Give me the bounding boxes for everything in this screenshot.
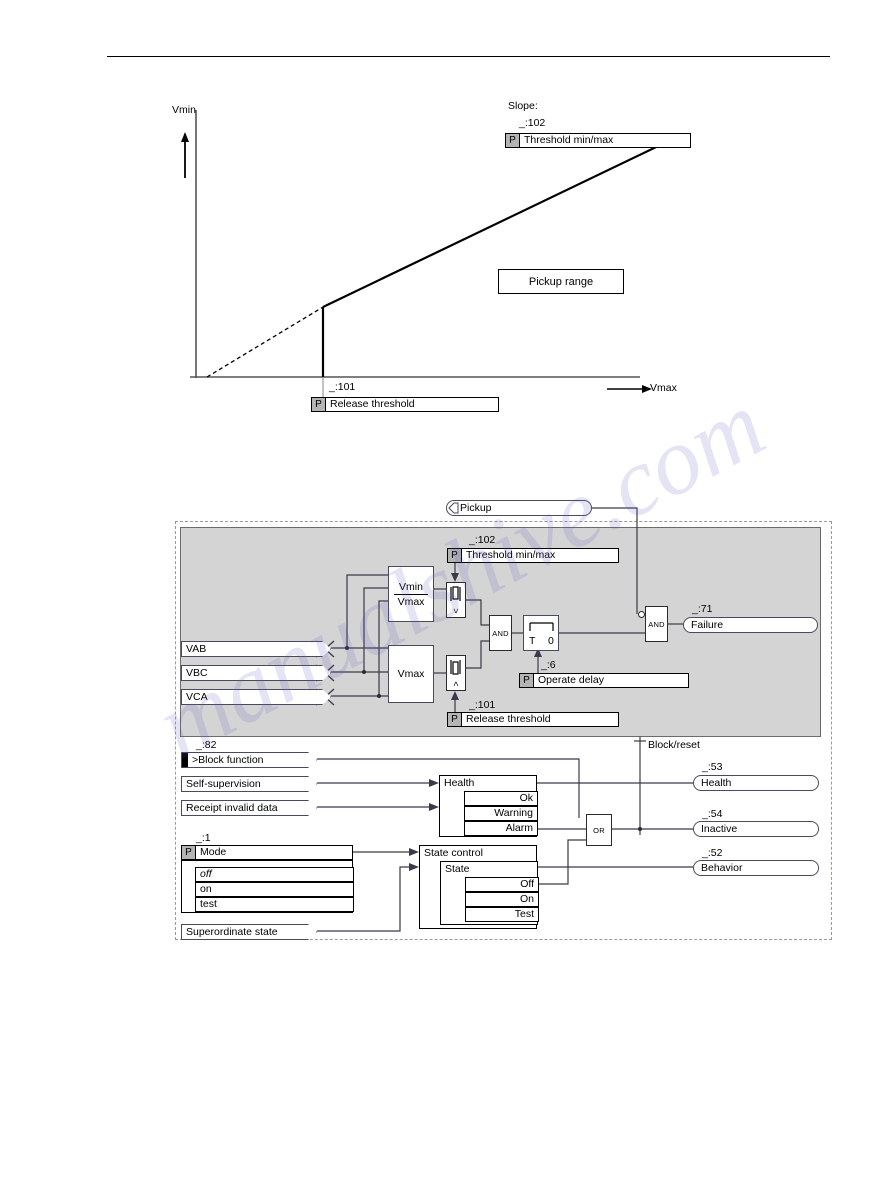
- input-self-supervision[interactable]: Self-supervision: [181, 776, 317, 792]
- logic-wires-lower: [317, 737, 693, 932]
- state-control-block: State control State Off On Test: [419, 845, 539, 929]
- input-receipt-invalid-data[interactable]: Receipt invalid data: [181, 800, 317, 816]
- input-block-function[interactable]: >Block function: [181, 752, 317, 768]
- input-self-supervision-label: Self-supervision: [186, 778, 261, 790]
- mode-option-off[interactable]: off: [195, 867, 354, 882]
- block-function-reference: _:82: [196, 739, 217, 751]
- inactive-output-label: Inactive: [701, 823, 738, 835]
- behavior-output-label: Behavior: [701, 862, 743, 874]
- mode-option-test[interactable]: test: [195, 897, 354, 912]
- mode-parameter[interactable]: P Mode: [181, 845, 353, 860]
- state-row-on: On: [465, 892, 539, 907]
- behavior-output-bubble[interactable]: Behavior: [693, 860, 819, 876]
- block-reset-label: Block/reset: [648, 739, 700, 751]
- binary-input-marker-icon: [182, 753, 188, 767]
- health-row-warning: Warning: [464, 806, 538, 821]
- mode-parameter-label: Mode: [200, 846, 227, 858]
- state-control-title: State control: [424, 847, 483, 859]
- inactive-output-reference: _:54: [702, 808, 723, 820]
- behavior-output-reference: _:52: [702, 847, 723, 859]
- document-page: Vmin Vmax Slope: _:102 P Threshold min/m…: [0, 0, 893, 1191]
- input-receipt-invalid-data-label: Receipt invalid data: [186, 802, 278, 814]
- health-block: Health Ok Warning Alarm: [439, 775, 538, 837]
- health-output-reference: _:53: [702, 761, 723, 773]
- parameter-tab-icon: P: [182, 846, 196, 859]
- state-row-test: Test: [465, 907, 539, 922]
- health-output-label: Health: [701, 777, 732, 789]
- mode-option-list: off on test: [181, 860, 354, 913]
- state-sub-title: State: [445, 863, 470, 875]
- inactive-output-bubble[interactable]: Inactive: [693, 821, 819, 837]
- mode-option-on[interactable]: on: [195, 882, 354, 897]
- input-superordinate-state-label: Superordinate state: [186, 926, 278, 938]
- input-superordinate-state[interactable]: Superordinate state: [181, 924, 317, 940]
- or-gate: OR: [586, 814, 612, 846]
- mode-reference: _:1: [196, 832, 211, 844]
- health-block-title: Health: [444, 777, 475, 789]
- state-sub-block: State Off On Test: [440, 861, 539, 925]
- health-output-bubble[interactable]: Health: [693, 775, 819, 791]
- health-row-ok: Ok: [464, 791, 538, 806]
- health-row-alarm: Alarm: [464, 821, 538, 836]
- or-gate-label: OR: [593, 825, 605, 835]
- input-block-function-label: >Block function: [192, 754, 264, 766]
- wire-junction: [638, 827, 642, 831]
- state-row-off: Off: [465, 877, 539, 892]
